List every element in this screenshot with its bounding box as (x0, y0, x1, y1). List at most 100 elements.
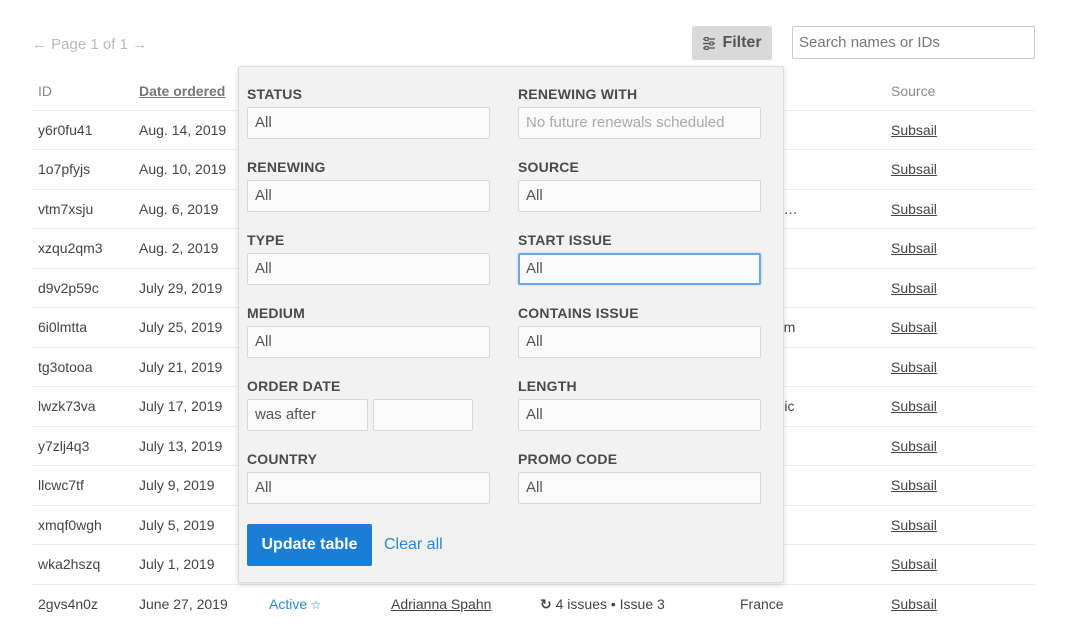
cell-id: 6i0lmtta (32, 307, 133, 348)
cell-status-text: Active (269, 596, 308, 612)
filter-source-label: SOURCE (518, 159, 580, 175)
filter-order-date-input[interactable] (373, 399, 473, 431)
filter-panel: STATUS All RENEWING WITH No future renew… (238, 66, 784, 583)
filter-medium: MEDIUM All (247, 304, 490, 358)
cell-date-ordered-text: July 1, 2019 (139, 556, 215, 573)
cell-source: Subsail (885, 426, 1035, 466)
cell-date-ordered: June 27, 2019 (133, 584, 263, 624)
cell-source-text[interactable]: Subsail (891, 477, 937, 493)
cell-source-text[interactable]: Subsail (891, 319, 937, 335)
cell-issues-text: 4 issues • Issue 3 (555, 595, 665, 612)
prev-page-arrow[interactable]: ← (32, 36, 47, 53)
filter-button[interactable]: Filter (692, 26, 772, 60)
cell-source: Subsail (885, 268, 1035, 308)
cell-source-text[interactable]: Subsail (891, 517, 937, 533)
cell-id-text: tg3otooa (38, 358, 93, 375)
cell-id: 2gvs4n0z (32, 584, 133, 624)
cell-id: y6r0fu41 (32, 110, 133, 150)
cell-status: Active ☆ (263, 584, 385, 624)
cell-date-ordered-text: July 9, 2019 (139, 477, 215, 494)
cell-source: Subsail (885, 465, 1035, 506)
cell-id: 1o7pfyjs (32, 149, 133, 190)
cell-source-text[interactable]: Subsail (891, 359, 937, 375)
cell-id-text: y7zlj4q3 (38, 437, 90, 454)
clear-all-link[interactable]: Clear all (384, 536, 443, 554)
filter-order-date: ORDER DATE was after (247, 377, 490, 431)
filter-order-date-operator-select[interactable]: was after (247, 399, 368, 431)
next-page-arrow[interactable]: → (132, 36, 147, 53)
filter-renewing-select[interactable]: All (247, 180, 490, 212)
cell-name: Adrianna Spahn (385, 584, 534, 624)
filter-contains-issue-label: CONTAINS ISSUE (518, 305, 639, 321)
filter-renewing-with: RENEWING WITH No future renewals schedul… (518, 85, 761, 139)
filter-type-select[interactable]: All (247, 253, 490, 285)
star-icon[interactable]: ☆ (307, 598, 321, 612)
cell-date-ordered-text: July 17, 2019 (139, 398, 223, 415)
filter-country-select[interactable]: All (247, 472, 490, 504)
filter-status-select[interactable]: All (247, 107, 490, 139)
filter-promo-code-select[interactable]: All (518, 472, 761, 504)
search-input[interactable] (792, 26, 1035, 59)
cell-date-ordered-text: Aug. 2, 2019 (139, 240, 219, 257)
cell-source-text[interactable]: Subsail (891, 161, 937, 177)
cell-date-ordered-text: July 13, 2019 (139, 437, 223, 454)
column-header-id[interactable]: ID (32, 72, 133, 111)
cell-id: xzqu2qm3 (32, 228, 133, 269)
cell-id-text: vtm7xsju (38, 200, 94, 217)
cell-source: Subsail (885, 189, 1035, 229)
cell-date-ordered-text: July 21, 2019 (139, 358, 223, 375)
cell-id: xmqf0wgh (32, 505, 133, 545)
filter-order-date-label: ORDER DATE (247, 378, 341, 394)
filter-start-issue: START ISSUE All (518, 231, 761, 285)
filter-country-label: COUNTRY (247, 451, 318, 467)
cell-date-ordered-text: Aug. 6, 2019 (139, 200, 219, 217)
cell-id-text: 1o7pfyjs (38, 161, 91, 178)
filter-renewing-with-select: No future renewals scheduled (518, 107, 761, 139)
filter-renewing: RENEWING All (247, 158, 490, 212)
filter-source: SOURCE All (518, 158, 761, 212)
cell-source-text[interactable]: Subsail (891, 398, 937, 414)
cell-id: lwzk73va (32, 386, 133, 427)
cell-source-text[interactable]: Subsail (891, 596, 937, 612)
filter-medium-select[interactable]: All (247, 326, 490, 358)
filter-type: TYPE All (247, 231, 490, 285)
cell-id-text: llcwc7tf (38, 477, 84, 494)
cell-source-text[interactable]: Subsail (891, 280, 937, 296)
cell-source-text[interactable]: Subsail (891, 122, 937, 138)
filter-contains-issue: CONTAINS ISSUE All (518, 304, 761, 358)
cell-date-ordered-text: July 5, 2019 (139, 516, 215, 533)
cell-source: Subsail (885, 228, 1035, 269)
update-table-button[interactable]: Update table (247, 524, 372, 566)
cell-country-text: France (740, 596, 784, 612)
cell-issues: ↻ 4 issues • Issue 3 (534, 584, 734, 624)
cell-source-text[interactable]: Subsail (891, 556, 937, 572)
pagination: ← Page 1 of 1 → (32, 36, 147, 53)
page-indicator: Page 1 of 1 (51, 36, 128, 53)
column-header-source[interactable]: Source (885, 72, 1035, 111)
cell-source: Subsail (885, 149, 1035, 190)
cell-date-ordered-text: Aug. 10, 2019 (139, 161, 227, 178)
filter-contains-issue-select[interactable]: All (518, 326, 761, 358)
cell-id-text: y6r0fu41 (38, 121, 93, 138)
cell-id-text: xzqu2qm3 (38, 240, 103, 257)
renew-icon: ↻ (540, 595, 556, 612)
cell-source: Subsail (885, 307, 1035, 348)
cell-name-text[interactable]: Adrianna Spahn (391, 596, 491, 612)
filter-button-label: Filter (722, 34, 762, 51)
table-row[interactable]: 2gvs4n0z June 27, 2019 Active ☆ Adrianna Sp… (32, 584, 1035, 624)
cell-id: wka2hszq (32, 544, 133, 585)
cell-date-ordered-text: June 27, 2019 (139, 596, 228, 612)
filter-promo-code: PROMO CODE All (518, 450, 761, 504)
cell-source-text[interactable]: Subsail (891, 201, 937, 217)
filter-source-select[interactable]: All (518, 180, 761, 212)
filter-status: STATUS All (247, 85, 490, 139)
cell-source: Subsail (885, 505, 1035, 545)
cell-id-text: d9v2p59c (38, 279, 99, 296)
cell-source: Subsail (885, 386, 1035, 427)
cell-id: tg3otooa (32, 347, 133, 387)
cell-source-text[interactable]: Subsail (891, 240, 937, 256)
cell-source-text[interactable]: Subsail (891, 438, 937, 454)
filter-length-select[interactable]: All (518, 399, 761, 431)
filter-start-issue-select[interactable]: All (518, 253, 761, 285)
cell-country: France (734, 584, 885, 624)
